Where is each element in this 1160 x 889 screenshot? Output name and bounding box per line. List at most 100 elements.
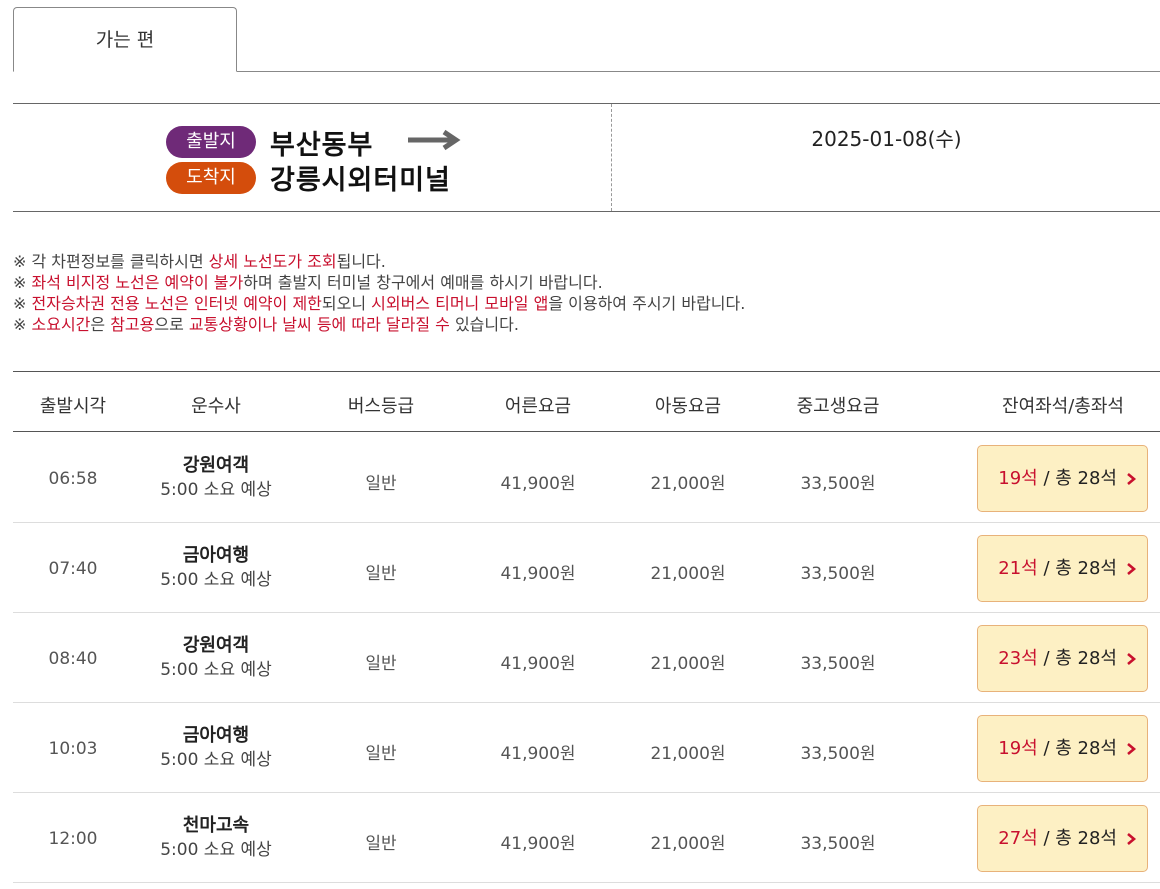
header-departure-time: 출발시각 [39,396,107,417]
notice-line: ※ 전자승차권 전용 노선은 인터넷 예약이 제한되오니 시외버스 티머니 모바… [13,293,1153,314]
notice-mark: ※ [13,252,27,271]
chevron-right-icon [1127,833,1137,845]
notice-text: 되오니 [321,294,372,313]
remaining-seats: 23석 [998,648,1038,669]
bus-grade: 일반 [365,834,397,854]
bus-grade: 일반 [365,474,397,494]
departure-time: 06:58 [48,469,98,489]
table-row[interactable]: 08:40 강원여객 5:00 소요 예상 일반 41,900원 21,000원… [13,613,1160,703]
tab-outbound[interactable]: 가는 편 [13,7,237,72]
child-fare: 21,000원 [650,744,726,764]
right-arrow-icon [408,129,461,151]
remaining-seats: 19석 [998,738,1038,759]
company-cell: 금아여행 5:00 소요 예상 [160,723,272,773]
total-seats: / 총 28석 [1037,828,1117,849]
notice-highlight: 좌석 비지정 노선은 예약이 불가 [31,273,244,292]
bus-grade: 일반 [365,654,397,674]
seat-select-button[interactable]: 21석 / 총 28석 [977,535,1148,602]
total-seats: / 총 28석 [1037,558,1117,579]
notice-text: 은 [90,315,111,334]
notice-text: 됩니다. [336,252,386,271]
chevron-right-icon [1127,743,1137,755]
bus-grade: 일반 [365,744,397,764]
table-header: 출발시각 운수사 버스등급 어른요금 아동요금 중고생요금 잔여좌석/총좌석 [13,371,1160,432]
notice-highlight: 전자승차권 전용 노선은 인터넷 예약이 제한 [31,294,322,313]
travel-duration: 5:00 소요 예상 [160,750,272,770]
company-cell: 강원여객 5:00 소요 예상 [160,633,272,683]
travel-duration: 5:00 소요 예상 [160,570,272,590]
notice-mark: ※ [13,273,27,292]
remaining-seats: 21석 [998,558,1038,579]
route-summary: 출발지 부산동부 도착지 강릉시외터미널 2025-01-08(수) [13,103,1160,212]
departure-time: 07:40 [48,559,98,579]
notice-line: ※ 각 차편정보를 클릭하시면 상세 노선도가 조회됩니다. [13,251,1153,272]
adult-fare: 41,900원 [500,744,576,764]
child-fare: 21,000원 [650,834,726,854]
adult-fare: 41,900원 [500,834,576,854]
notice-highlight: 교통상황이나 날씨 등에 따라 달라질 수 [188,315,450,334]
company-cell: 강원여객 5:00 소요 예상 [160,453,272,503]
tab-bar: 가는 편 [13,7,1160,72]
departure-time: 08:40 [48,649,98,669]
notice-highlight: 상세 노선도가 조회 [208,252,337,271]
notice-text: 을 이용하여 주시기 바랍니다. [548,294,746,313]
company-name: 강원여객 [182,635,250,656]
total-seats: / 총 28석 [1037,738,1117,759]
header-child-fare: 아동요금 [654,396,722,417]
bus-grade: 일반 [365,564,397,584]
company-cell: 금아여행 5:00 소요 예상 [160,543,272,593]
student-fare: 33,500원 [800,474,876,494]
notice-highlight: 시외버스 티머니 모바일 앱 [371,294,549,313]
table-row[interactable]: 06:58 강원여객 5:00 소요 예상 일반 41,900원 21,000원… [13,433,1160,523]
departure-time: 10:03 [48,739,98,759]
chevron-right-icon [1127,653,1137,665]
arrival-terminal: 강릉시외터미널 [270,165,451,196]
departure-date: 2025-01-08(수) [811,127,962,151]
company-name: 강원여객 [182,455,250,476]
seat-select-button[interactable]: 27석 / 총 28석 [977,805,1148,872]
table-row[interactable]: 07:40 금아여행 5:00 소요 예상 일반 41,900원 21,000원… [13,523,1160,613]
child-fare: 21,000원 [650,564,726,584]
remaining-seats: 27석 [998,828,1038,849]
company-name: 금아여행 [182,725,250,746]
header-seats: 잔여좌석/총좌석 [1002,396,1124,417]
notice-text: 으로 [154,315,189,334]
adult-fare: 41,900원 [500,564,576,584]
header-adult-fare: 어른요금 [504,396,572,417]
seat-select-button[interactable]: 19석 / 총 28석 [977,445,1148,512]
header-student-fare: 중고생요금 [796,396,880,417]
student-fare: 33,500원 [800,834,876,854]
adult-fare: 41,900원 [500,474,576,494]
table-row[interactable]: 10:03 금아여행 5:00 소요 예상 일반 41,900원 21,000원… [13,703,1160,793]
chevron-right-icon [1127,473,1137,485]
notice-list: ※ 각 차편정보를 클릭하시면 상세 노선도가 조회됩니다. ※ 좌석 비지정 노… [13,251,1153,335]
header-company: 운수사 [191,396,241,417]
header-bus-grade: 버스등급 [347,396,415,417]
table-row[interactable]: 12:00 천마고속 5:00 소요 예상 일반 41,900원 21,000원… [13,793,1160,883]
student-fare: 33,500원 [800,564,876,584]
notice-mark: ※ [13,315,27,334]
departure-badge: 출발지 [166,126,256,158]
departure-terminal: 부산동부 [270,130,374,161]
departure-time: 12:00 [48,829,98,849]
notice-highlight: 참고용 [110,315,155,334]
notice-text: 있습니다. [449,315,519,334]
student-fare: 33,500원 [800,654,876,674]
notice-line: ※ 좌석 비지정 노선은 예약이 불가하며 출발지 터미널 창구에서 예매를 하… [13,272,1153,293]
travel-duration: 5:00 소요 예상 [160,840,272,860]
arrival-badge: 도착지 [166,162,256,194]
company-name: 천마고속 [182,815,250,836]
route-stations: 출발지 부산동부 도착지 강릉시외터미널 [13,104,612,211]
company-name: 금아여행 [182,545,250,566]
company-cell: 천마고속 5:00 소요 예상 [160,813,272,863]
notice-mark: ※ [13,294,27,313]
student-fare: 33,500원 [800,744,876,764]
seat-select-button[interactable]: 19석 / 총 28석 [977,715,1148,782]
notice-highlight: 소요시간 [31,315,91,334]
notice-text: 각 차편정보를 클릭하시면 [26,252,209,271]
seat-select-button[interactable]: 23석 / 총 28석 [977,625,1148,692]
total-seats: / 총 28석 [1037,648,1117,669]
child-fare: 21,000원 [650,474,726,494]
chevron-right-icon [1127,563,1137,575]
total-seats: / 총 28석 [1037,468,1117,489]
